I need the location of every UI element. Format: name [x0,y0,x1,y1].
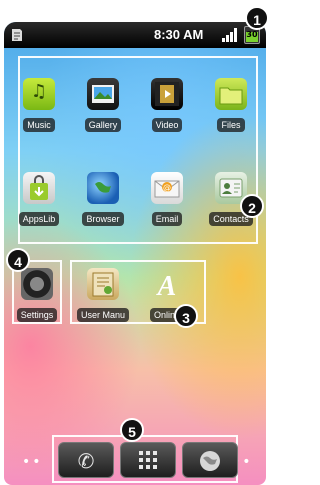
film-icon [151,78,183,110]
page-indicator-left: •• [22,454,43,470]
home-screen: 8:30 AM 30 ♫ Music Gallery Video Files A… [4,22,266,485]
app-browser[interactable]: Browser [74,172,132,242]
app-label: Video [151,118,183,132]
app-label: User Manu [76,308,129,322]
app-appslib[interactable]: AppsLib [10,172,68,242]
music-note-icon: ♫ [23,78,55,110]
callout-2: 2 [240,194,264,218]
photo-icon [87,78,119,110]
app-video[interactable]: Video [138,78,196,148]
app-label: Files [217,118,245,132]
globe-icon [87,172,119,204]
app-label: Email [151,212,183,226]
dock-apps-button[interactable] [120,442,176,478]
dock-phone-button[interactable]: ✆ [58,442,114,478]
callout-1: 1 [245,6,269,30]
app-files[interactable]: Files [202,78,260,148]
globe-icon [183,449,237,478]
app-grid-icon [121,449,175,476]
callout-5: 5 [120,418,144,442]
callout-4: 4 [6,248,30,272]
app-label: Music [23,118,55,132]
dock-browser-button[interactable] [182,442,238,478]
svg-text:A: A [156,271,177,300]
app-user-manual[interactable]: User Manu [74,268,132,338]
status-time: 8:30 AM [154,27,204,42]
status-bar[interactable]: 8:30 AM 30 [4,22,266,48]
book-icon [87,268,119,300]
shopping-bag-icon [23,172,55,204]
app-settings[interactable]: Settings [8,268,66,338]
svg-text:@: @ [163,183,171,192]
callout-3: 3 [174,304,198,328]
app-music[interactable]: ♫ Music [10,78,68,148]
phone-icon: ✆ [77,449,95,473]
battery-level: 30 [246,30,258,39]
dock: ✆ [56,438,240,480]
app-label: Browser [82,212,124,226]
app-label: Gallery [84,118,122,132]
envelope-icon: @ [151,172,183,204]
app-label: AppsLib [18,212,60,226]
app-label: Settings [16,308,58,322]
gear-icon [21,268,53,300]
app-gallery[interactable]: Gallery [74,78,132,148]
letter-a-icon: A [151,268,183,302]
signal-icon [222,28,238,42]
app-email[interactable]: @ Email [138,172,196,242]
folder-icon [215,78,247,110]
notification-icon [10,27,24,43]
